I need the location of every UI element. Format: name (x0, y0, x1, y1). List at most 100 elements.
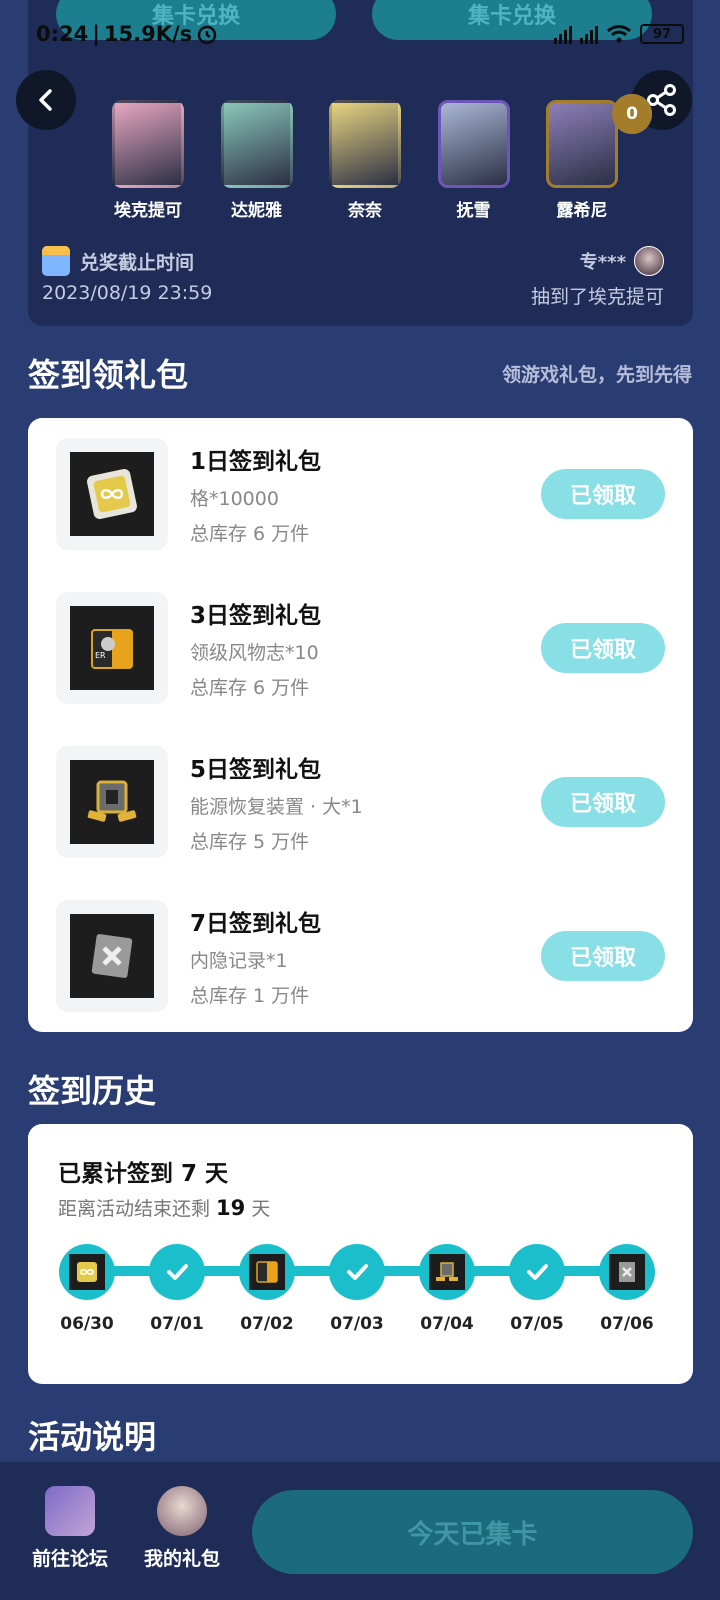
history-day: 06/30 (42, 1244, 132, 1334)
character-portrait (546, 100, 618, 188)
wifi-icon (606, 25, 632, 43)
bottom-bar: 前往论坛 我的礼包 今天已集卡 (0, 1462, 720, 1600)
my-gifts-label: 我的礼包 (143, 1548, 220, 1570)
signin-subtitle: 领游戏礼包，先到先得 (501, 364, 692, 386)
record-icon (91, 934, 133, 978)
character-portrait (220, 100, 293, 188)
gift-title: 1日签到礼包 (190, 449, 322, 475)
winner-username: 专*** (579, 252, 626, 273)
gift-thumbnail (56, 746, 168, 858)
day-date: 07/01 (150, 1314, 204, 1334)
character-name: 露希尼 (556, 201, 608, 221)
days-remaining: 距离活动结束还剩 19 天 (58, 1196, 271, 1220)
character-card[interactable]: 3 达妮雅 (209, 94, 652, 221)
gift-row: 1日签到礼包 格*10000 总库存 6 万件 已领取 (56, 438, 665, 550)
gift-row: 5日签到礼包 能源恢复装置 · 大*1 总库存 5 万件 已领取 (56, 746, 665, 858)
day-date: 07/06 (600, 1314, 654, 1334)
day-check-marker (329, 1244, 385, 1300)
svg-text:ER: ER (95, 651, 106, 660)
status-bar: 0:24 | 15.9K/s 97 (36, 18, 684, 50)
battery-icon: 97 (640, 24, 684, 44)
back-button[interactable] (16, 70, 76, 130)
character-card-list: 2 埃克提可 3 达妮雅 2 奈奈 0 抚雪 0 露希尼 (100, 94, 652, 221)
character-card[interactable]: 0 抚雪 (426, 94, 652, 221)
history-day: 07/05 (492, 1244, 582, 1334)
history-title: 签到历史 (28, 1072, 157, 1110)
day-date: 07/05 (510, 1314, 564, 1334)
character-name: 奈奈 (348, 201, 382, 221)
character-portrait (112, 100, 184, 188)
day-gift-marker (419, 1244, 475, 1300)
character-portrait (329, 100, 401, 188)
energy-device-icon (87, 780, 137, 822)
history-day: 07/02 (222, 1244, 312, 1334)
character-card[interactable]: 0 露希尼 (534, 94, 652, 221)
calendar-icon (42, 246, 70, 276)
gift-title: 3日签到礼包 (190, 603, 322, 629)
signal-icon-2 (580, 24, 598, 44)
rules-title: 活动说明 (28, 1418, 157, 1456)
character-name: 抚雪 (456, 201, 491, 221)
check-icon (527, 1264, 548, 1280)
claimed-button[interactable]: 已领取 (541, 469, 665, 519)
network-speed: 15.9K/s (103, 22, 193, 46)
my-gifts-button[interactable]: 我的礼包 (132, 1486, 232, 1571)
character-card[interactable]: 2 埃克提可 (100, 94, 652, 221)
gift-description: 能源恢复装置 · 大*1 (190, 796, 363, 818)
deadline-label: 兑奖截止时间 (80, 251, 195, 274)
winner-row: 专*** (580, 246, 664, 276)
day-date: 06/30 (60, 1314, 114, 1334)
gift-thumbnail (56, 438, 168, 550)
gift-description: 领级风物志*10 (190, 642, 319, 664)
history-day: 07/04 (402, 1244, 492, 1334)
signin-title: 签到领礼包 (28, 356, 189, 394)
day-check-marker (509, 1244, 565, 1300)
book-icon (256, 1261, 278, 1283)
deadline-date: 2023/08/19 23:59 (42, 282, 213, 304)
winner-result: 抽到了埃克提可 (530, 286, 664, 308)
record-icon (619, 1262, 635, 1282)
history-card: 已累计签到 7 天 距离活动结束还剩 19 天 06/30 07/01 07/0… (28, 1124, 693, 1384)
book-icon: ER (91, 629, 133, 669)
signal-icon (554, 24, 572, 44)
gift-stock: 总库存 1 万件 (190, 985, 310, 1007)
gift-title: 5日签到礼包 (190, 757, 322, 783)
gift-description: 格*10000 (190, 488, 279, 510)
day-date: 07/02 (240, 1314, 294, 1334)
day-date: 07/03 (330, 1314, 384, 1334)
gift-stock: 总库存 5 万件 (190, 831, 310, 853)
character-card[interactable]: 2 奈奈 (317, 94, 652, 221)
forum-button[interactable]: 前往论坛 (20, 1486, 120, 1571)
history-day: 07/06 (582, 1244, 672, 1334)
claimed-button[interactable]: 已领取 (541, 931, 665, 981)
history-day: 07/03 (312, 1244, 402, 1334)
deadline-row: 兑奖截止时间 (42, 246, 194, 276)
gift-row: 7日签到礼包 内隐记录*1 总库存 1 万件 已领取 (56, 900, 665, 1012)
character-name: 埃克提可 (114, 201, 182, 221)
day-gift-marker (239, 1244, 295, 1300)
character-name: 达妮雅 (231, 201, 282, 221)
gift-stock: 总库存 6 万件 (190, 677, 310, 699)
gift-thumbnail: ER (56, 592, 168, 704)
gift-icon (157, 1486, 207, 1536)
forum-icon (45, 1486, 95, 1536)
check-icon (347, 1264, 368, 1280)
day-date: 07/04 (420, 1314, 474, 1334)
collected-today-button[interactable]: 今天已集卡 (252, 1490, 693, 1574)
status-time: 0:24 (36, 22, 89, 46)
forum-label: 前往论坛 (31, 1548, 108, 1570)
gift-row: ER 3日签到礼包 领级风物志*10 总库存 6 万件 已领取 (56, 592, 665, 704)
card-count-badge: 0 (612, 94, 652, 134)
gift-title: 7日签到礼包 (190, 911, 322, 937)
character-portrait (437, 100, 510, 188)
infinity-chip-icon (77, 1262, 97, 1282)
day-gift-marker (59, 1244, 115, 1300)
claimed-button[interactable]: 已领取 (541, 623, 665, 673)
energy-device-icon (436, 1262, 458, 1281)
history-day: 07/01 (132, 1244, 222, 1334)
day-gift-marker (599, 1244, 655, 1300)
claimed-button[interactable]: 已领取 (541, 777, 665, 827)
gift-stock: 总库存 6 万件 (190, 523, 310, 545)
infinity-chip-icon (87, 469, 137, 519)
avatar (634, 246, 664, 276)
